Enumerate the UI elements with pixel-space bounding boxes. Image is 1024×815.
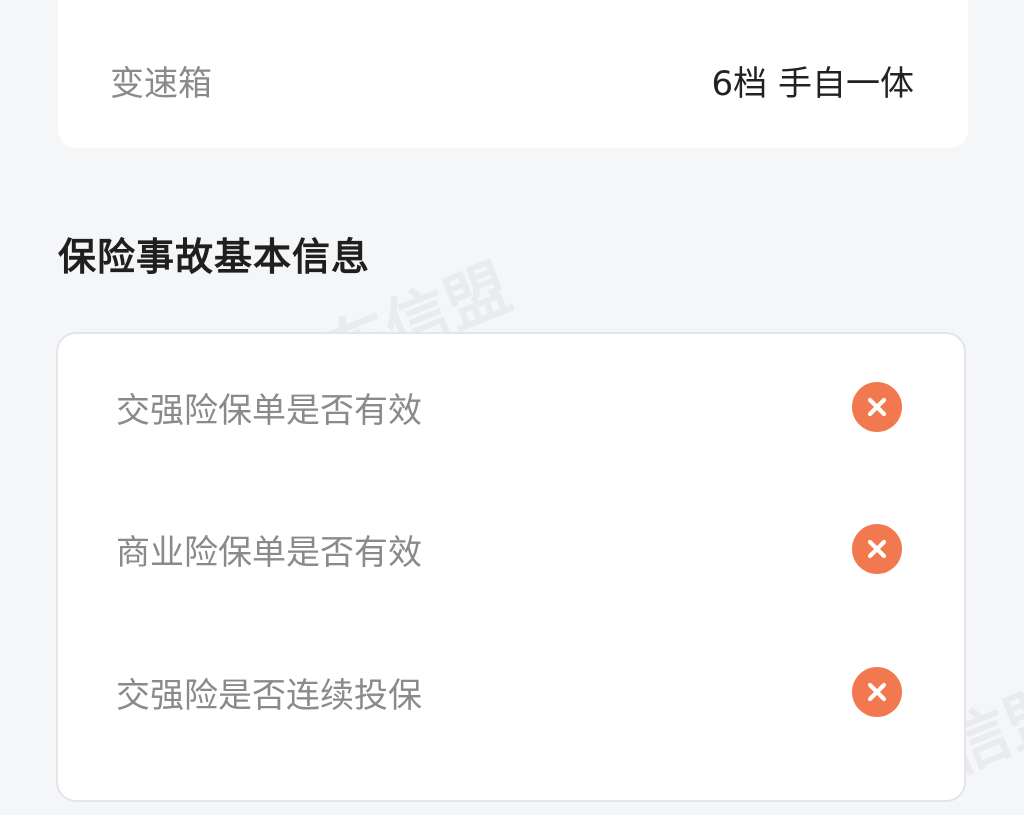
insurance-row-compulsory-continuous: 交强险是否连续投保 [58,652,964,732]
section-title: 保险事故基本信息 [58,235,371,279]
info-label: 商业险保单是否有效 [116,532,422,573]
insurance-info-card: 交强险保单是否有效 商业险保单是否有效 交强险是否连续投保 [56,332,966,802]
vehicle-spec-card: 变速箱 6档 手自一体 [58,0,968,148]
spec-label: 变速箱 [110,63,212,104]
close-icon [852,667,902,717]
close-icon [852,524,902,574]
insurance-row-commercial-valid: 商业险保单是否有效 [58,509,964,589]
info-label: 交强险保单是否有效 [116,390,422,431]
spec-value: 6档 手自一体 [711,63,914,104]
insurance-row-compulsory-valid: 交强险保单是否有效 [58,367,964,447]
spec-row-transmission: 变速箱 6档 手自一体 [58,38,968,122]
info-label: 交强险是否连续投保 [116,675,422,716]
close-icon [852,382,902,432]
